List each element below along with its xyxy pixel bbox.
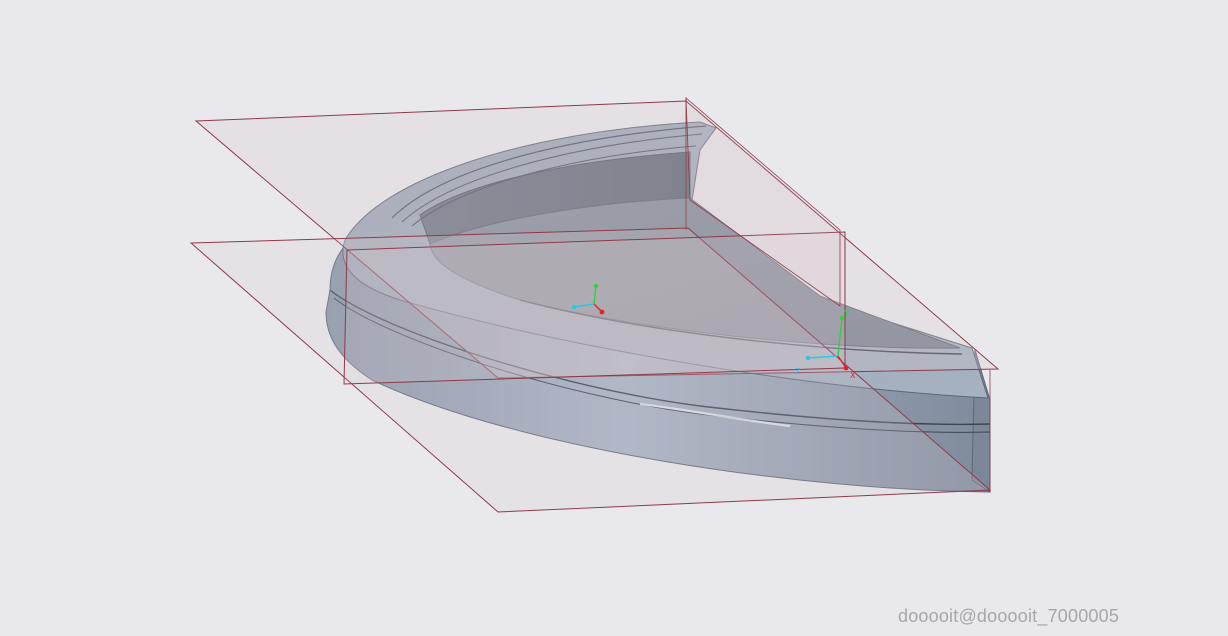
csys1-x-tip [599,309,605,315]
csys2-y-label: Y [843,309,849,318]
watermark-text: dooooit@dooooit_7000005 [898,606,1120,626]
csys2-x-tip [843,365,849,371]
model-scene[interactable]: X Y Z [0,0,1228,636]
cad-3d-viewport[interactable]: X Y Z dooooit@dooooit_7000005 [0,0,1228,636]
csys1-y-tip [593,283,599,289]
csys2-x-label: X [850,371,856,380]
csys2-z-tip [805,355,811,361]
csys2-z-label: Z [795,367,801,376]
csys1-z-tip [571,304,577,310]
